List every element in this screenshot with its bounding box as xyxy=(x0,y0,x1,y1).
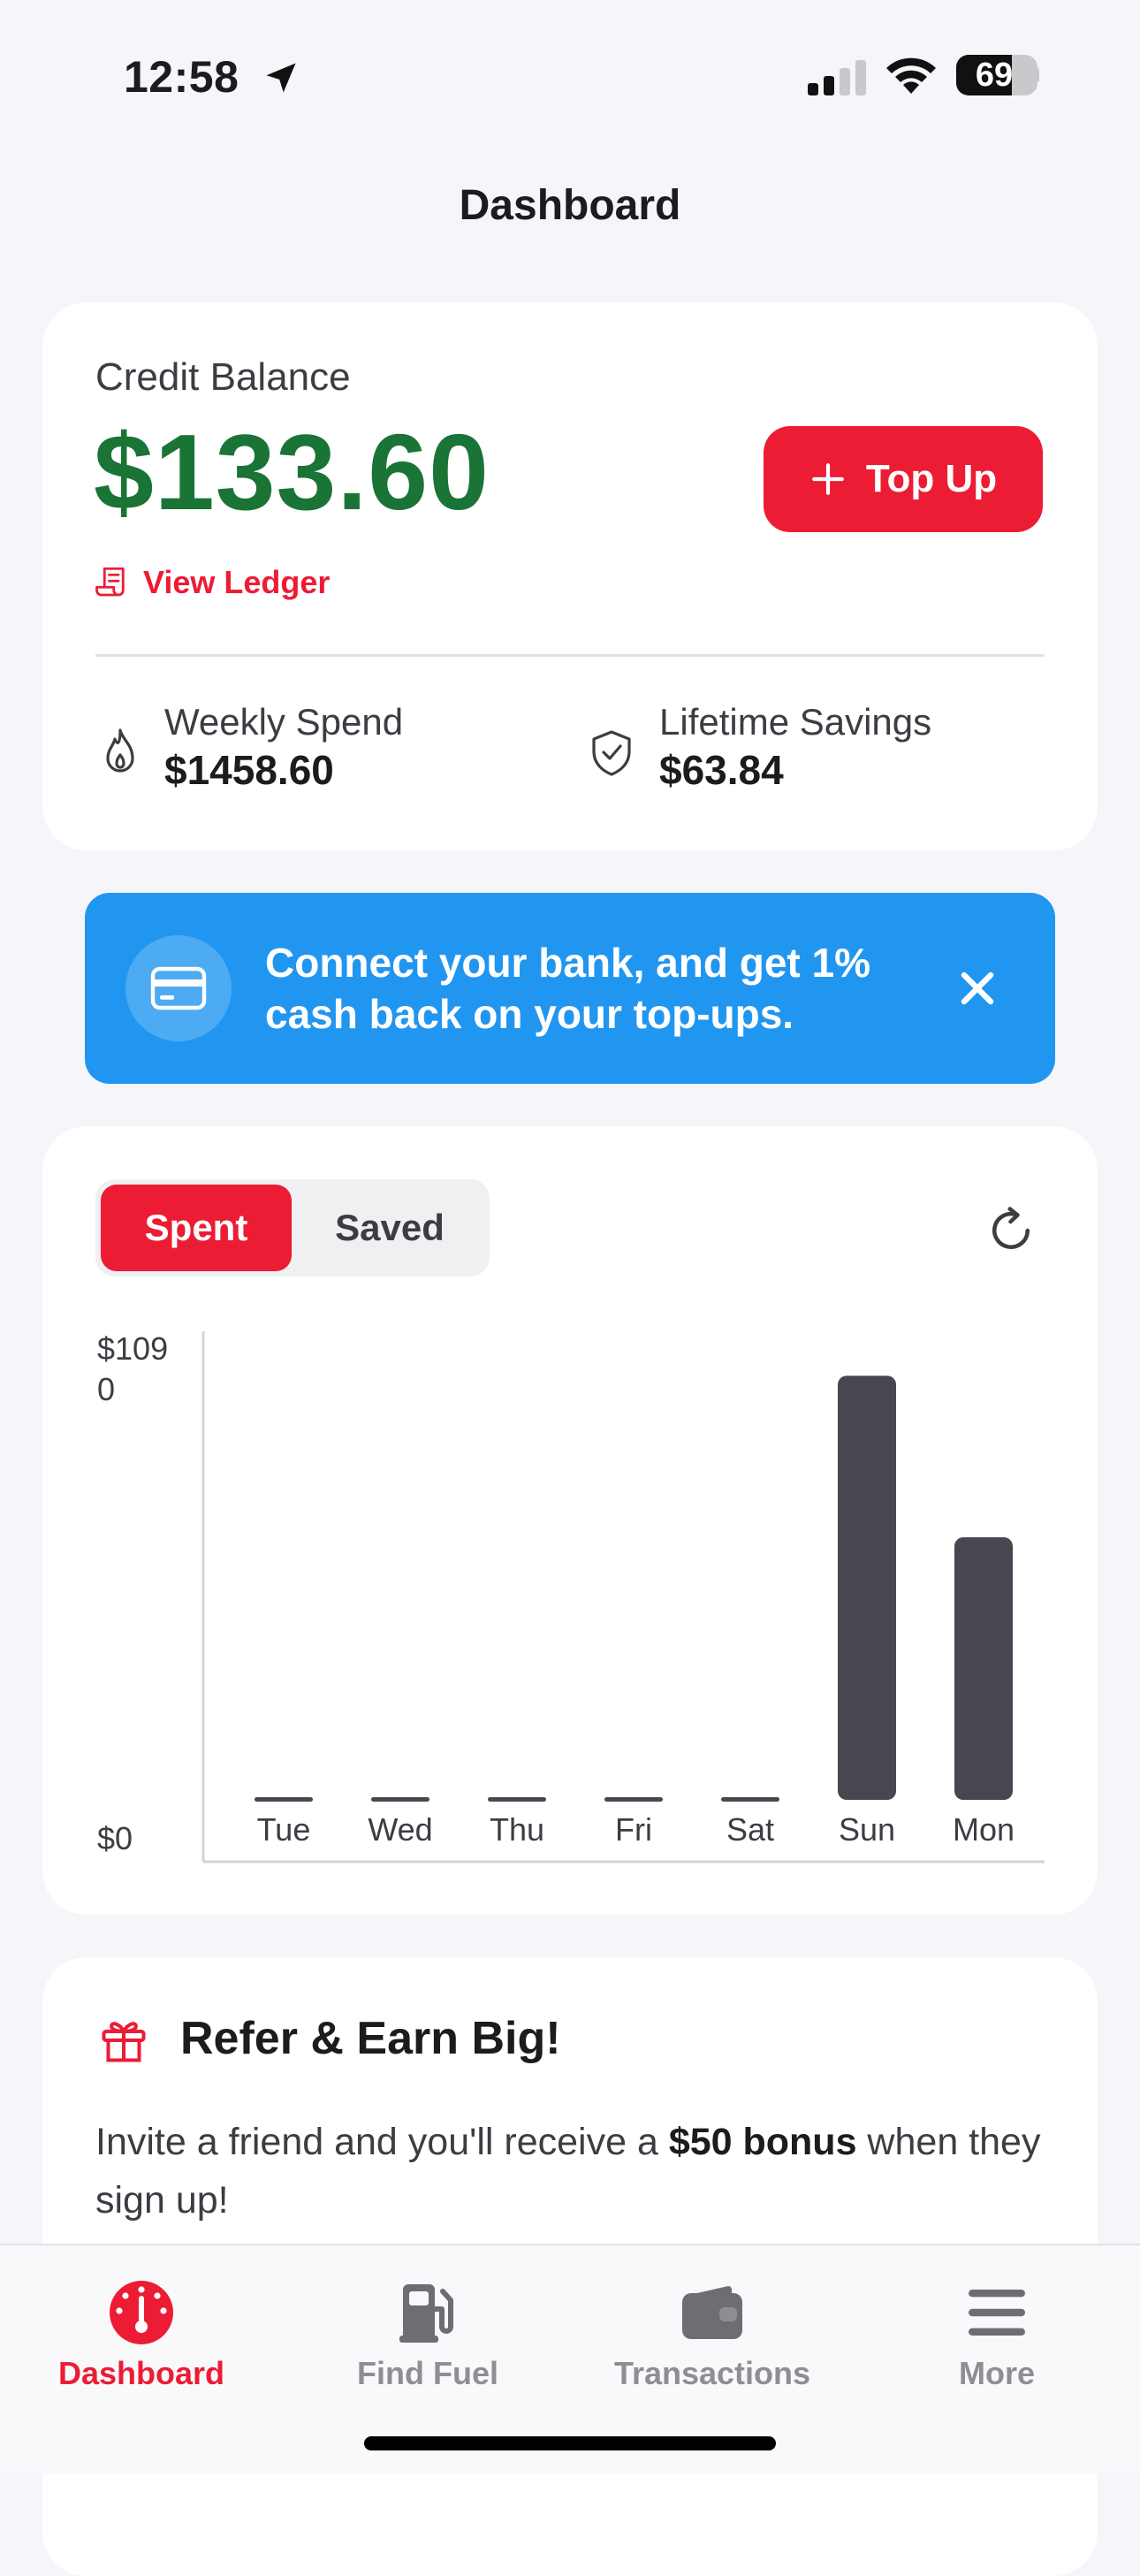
balance-card: Credit Balance $133.60 Top Up View Ledge… xyxy=(42,302,1098,850)
cellular-signal-icon xyxy=(808,60,866,95)
top-up-label: Top Up xyxy=(865,457,998,500)
bar xyxy=(371,1797,429,1802)
saved-tab[interactable]: Saved xyxy=(295,1185,484,1271)
refer-bonus: $50 bonus xyxy=(668,2121,857,2163)
plus-icon xyxy=(812,463,844,495)
battery-cap xyxy=(1034,67,1039,83)
page-title: Dashboard xyxy=(459,182,681,229)
x-tick-label: Sun xyxy=(839,1811,895,1848)
weekly-spend-stat: Weekly Spend $1458.60 xyxy=(99,700,403,796)
wallet-icon xyxy=(682,2286,742,2339)
credit-balance-amount: $133.60 xyxy=(94,412,490,532)
gift-icon xyxy=(102,2022,146,2062)
gauge-icon xyxy=(110,2281,173,2344)
menu-icon xyxy=(969,2290,1025,2336)
battery-indicator: 69 xyxy=(956,55,1037,95)
lifetime-savings-label: Lifetime Savings xyxy=(659,701,932,743)
bar xyxy=(604,1797,663,1802)
x-tick-label: Fri xyxy=(615,1811,652,1848)
credit-card-icon xyxy=(150,966,207,1010)
tab-label: Dashboard xyxy=(57,2355,225,2391)
y-tick-label: $0 xyxy=(97,1820,133,1856)
flame-icon xyxy=(106,728,134,773)
bar xyxy=(721,1797,779,1802)
x-tick-label: Mon xyxy=(953,1811,1015,1848)
spent-saved-toggle: Spent Saved xyxy=(95,1179,490,1277)
tab-label: More xyxy=(958,2355,1035,2391)
x-tick-label: Wed xyxy=(368,1811,432,1848)
lifetime-savings-stat: Lifetime Savings $63.84 xyxy=(587,700,931,796)
credit-card-icon-badge xyxy=(125,935,232,1041)
refresh-icon[interactable] xyxy=(984,1204,1037,1257)
refer-text-before: Invite a friend and you'll receive a xyxy=(95,2121,669,2163)
x-tick-label: Sat xyxy=(726,1811,774,1848)
bar xyxy=(838,1376,896,1800)
wifi-icon xyxy=(886,57,936,94)
status-time: 12:58 xyxy=(124,52,239,102)
tab-transactions[interactable]: Transactions xyxy=(580,2277,845,2392)
receipt-icon xyxy=(95,567,125,597)
shield-check-icon xyxy=(592,730,631,776)
divider xyxy=(95,654,1045,657)
bar xyxy=(954,1537,1013,1800)
spent-tab[interactable]: Spent xyxy=(101,1185,292,1271)
view-ledger-label: View Ledger xyxy=(143,564,331,600)
tab-find-fuel[interactable]: Find Fuel xyxy=(295,2277,560,2392)
tab-label: Transactions xyxy=(613,2355,811,2391)
close-icon[interactable] xyxy=(951,962,1004,1015)
weekly-spend-value: $1458.60 xyxy=(164,747,334,793)
location-arrow-icon xyxy=(266,63,296,93)
spending-chart-card: $109 0 $0 Tue Wed Thu Fri Sat Sun Mon Spent Saved xyxy=(42,1126,1098,1915)
connect-bank-line-1: Connect your bank, and get 1% xyxy=(265,940,870,986)
top-up-button[interactable]: Top Up xyxy=(764,426,1043,532)
battery-percent: 69 xyxy=(975,57,1014,94)
refer-title: Refer & Earn Big! xyxy=(180,2013,561,2064)
x-tick-label: Thu xyxy=(490,1811,544,1848)
home-indicator xyxy=(364,2436,776,2450)
weekly-spend-label: Weekly Spend xyxy=(164,701,404,743)
refer-description: Invite a friend and you'll receive a $50… xyxy=(95,2113,1050,2229)
y-tick-label: $109 0 xyxy=(97,1330,168,1407)
x-tick-label: Tue xyxy=(257,1811,311,1848)
connect-bank-line-2: cash back on your top-ups. xyxy=(265,991,794,1037)
bar xyxy=(488,1797,546,1802)
fuel-pump-icon xyxy=(399,2284,453,2343)
connect-bank-banner[interactable]: Connect your bank, and get 1% cash back … xyxy=(85,893,1055,1084)
tab-dashboard[interactable]: Dashboard xyxy=(9,2277,274,2392)
connect-bank-message: Connect your bank, and get 1% cash back … xyxy=(265,937,919,1040)
lifetime-savings-value: $63.84 xyxy=(659,747,784,793)
tab-more[interactable]: More xyxy=(864,2277,1129,2392)
credit-balance-label: Credit Balance xyxy=(95,355,351,399)
bar xyxy=(255,1797,313,1802)
tab-label: Find Fuel xyxy=(357,2355,498,2391)
view-ledger-link[interactable]: View Ledger xyxy=(94,564,330,601)
